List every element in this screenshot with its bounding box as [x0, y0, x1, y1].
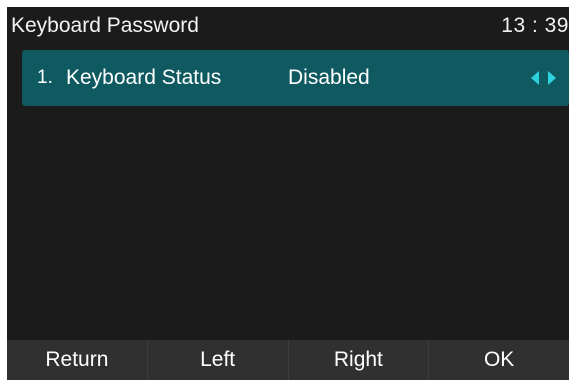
left-softkey[interactable]: Left — [146, 340, 288, 380]
return-softkey[interactable]: Return — [7, 340, 147, 380]
triangle-left-icon[interactable] — [531, 71, 539, 85]
title-bar: Keyboard Password 13 : 39 — [7, 7, 569, 47]
right-softkey[interactable]: Right — [287, 340, 429, 380]
phone-screen: Keyboard Password 13 : 39 1. Keyboard St… — [7, 7, 569, 380]
page-title: Keyboard Password — [11, 14, 199, 37]
triangle-right-icon[interactable] — [548, 71, 556, 85]
list-item-index: 1. — [37, 67, 53, 88]
ok-softkey[interactable]: OK — [428, 340, 569, 380]
clock: 13 : 39 — [501, 14, 569, 37]
value-switch-arrows[interactable] — [531, 70, 559, 86]
list-item-label: Keyboard Status — [66, 66, 222, 89]
list-item-keyboard-status[interactable]: 1. Keyboard Status Disabled — [22, 50, 569, 106]
softkey-bar: Return Left Right OK — [7, 340, 569, 380]
list-item-value[interactable]: Disabled — [288, 66, 370, 90]
settings-list: 1. Keyboard Status Disabled — [22, 50, 569, 106]
